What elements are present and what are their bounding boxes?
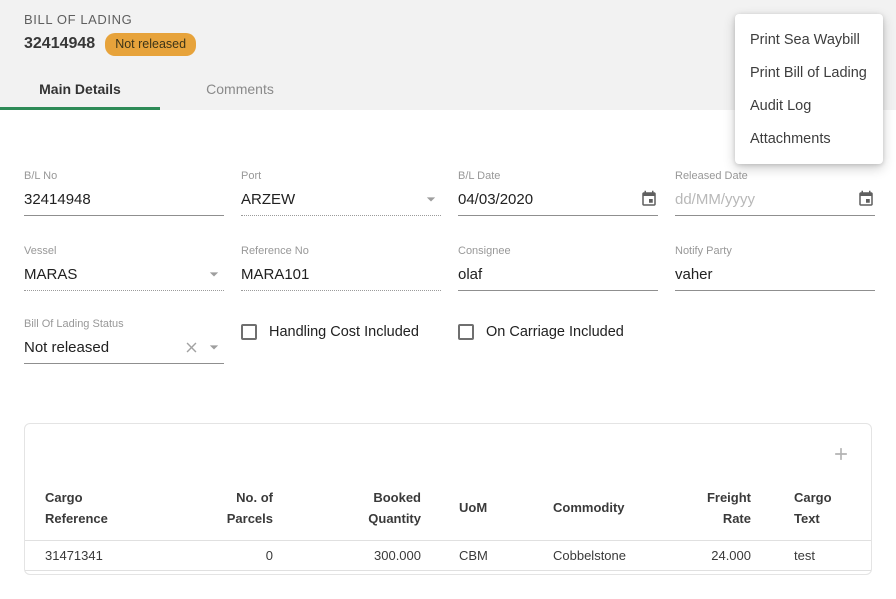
bill-of-lading-number: 32414948 — [24, 35, 95, 53]
menu-item-audit-log[interactable]: Audit Log — [735, 89, 883, 122]
vessel-label: Vessel — [24, 245, 224, 257]
cargo-table: Cargo Reference No. of Parcels Booked Qu… — [25, 478, 871, 571]
col-booked-quantity: Booked Quantity — [281, 478, 429, 540]
add-cargo-button[interactable] — [829, 442, 853, 466]
chevron-down-icon[interactable] — [204, 264, 224, 284]
col-cargo-text: Cargo Text — [791, 478, 871, 540]
port-label: Port — [241, 170, 441, 182]
menu-item-attachments[interactable]: Attachments — [735, 122, 883, 155]
cell-cargo-text: test — [791, 540, 871, 570]
handling-cost-label: Handling Cost Included — [269, 324, 419, 340]
vessel-select[interactable]: MARAS — [24, 263, 224, 291]
cargo-lines-card: Cargo Reference No. of Parcels Booked Qu… — [24, 423, 872, 575]
handling-cost-included-option: Handling Cost Included — [241, 324, 441, 340]
notify-party-field: Notify Party vaher — [675, 245, 875, 291]
calendar-icon[interactable] — [640, 190, 658, 208]
vessel-field: Vessel MARAS — [24, 245, 224, 291]
actions-dropdown-menu: Print Sea Waybill Print Bill of Lading A… — [735, 14, 883, 164]
col-no-of-parcels: No. of Parcels — [181, 478, 281, 540]
port-select[interactable]: ARZEW — [241, 188, 441, 216]
col-commodity: Commodity — [546, 478, 701, 540]
cell-cargo-reference: 31471341 — [25, 540, 181, 570]
cell-commodity: Cobbelstone — [546, 540, 701, 570]
bill-of-lading-page: BILL OF LADING 32414948 Not released Mai… — [0, 0, 896, 599]
cargo-table-header-row: Cargo Reference No. of Parcels Booked Qu… — [25, 478, 871, 540]
bl-status-label: Bill Of Lading Status — [24, 318, 224, 330]
cell-booked-quantity: 300.000 — [281, 540, 429, 570]
chevron-down-icon[interactable] — [204, 337, 224, 357]
tab-comments[interactable]: Comments — [160, 70, 320, 110]
cell-uom: CBM — [429, 540, 546, 570]
clear-icon[interactable] — [183, 339, 200, 356]
on-carriage-label: On Carriage Included — [486, 324, 624, 340]
calendar-icon[interactable] — [857, 190, 875, 208]
reference-no-label: Reference No — [241, 245, 441, 257]
menu-item-print-sea-waybill[interactable]: Print Sea Waybill — [735, 23, 883, 56]
bl-status-select[interactable]: Not released — [24, 336, 224, 364]
cell-freight-rate: 24.000 — [701, 540, 791, 570]
status-badge: Not released — [105, 33, 196, 56]
bl-no-input[interactable]: 32414948 — [24, 188, 224, 216]
col-uom: UoM — [429, 478, 546, 540]
menu-item-print-bill-of-lading[interactable]: Print Bill of Lading — [735, 56, 883, 89]
port-field: Port ARZEW — [241, 170, 441, 216]
consignee-field: Consignee olaf — [458, 245, 658, 291]
released-date-label: Released Date — [675, 170, 875, 182]
released-date-placeholder: dd/MM/yyyy — [675, 191, 857, 208]
bl-no-label: B/L No — [24, 170, 224, 182]
page-title: BILL OF LADING — [24, 12, 132, 27]
tab-main-details[interactable]: Main Details — [0, 70, 160, 110]
bl-date-label: B/L Date — [458, 170, 658, 182]
consignee-label: Consignee — [458, 245, 658, 257]
bl-date-field: B/L Date 04/03/2020 — [458, 170, 658, 216]
bl-date-input[interactable]: 04/03/2020 — [458, 188, 658, 216]
bl-no-field: B/L No 32414948 — [24, 170, 224, 216]
notify-party-label: Notify Party — [675, 245, 875, 257]
on-carriage-checkbox[interactable] — [458, 324, 474, 340]
tab-bar: Main Details Comments — [0, 70, 320, 110]
released-date-input[interactable]: dd/MM/yyyy — [675, 188, 875, 216]
bl-status-field: Bill Of Lading Status Not released — [24, 318, 224, 364]
handling-cost-checkbox[interactable] — [241, 324, 257, 340]
reference-no-field: Reference No MARA101 — [241, 245, 441, 291]
consignee-input[interactable]: olaf — [458, 263, 658, 291]
col-freight-rate: Freight Rate — [701, 478, 791, 540]
chevron-down-icon[interactable] — [421, 189, 441, 209]
cell-no-of-parcels: 0 — [181, 540, 281, 570]
col-cargo-reference: Cargo Reference — [25, 478, 181, 540]
on-carriage-included-option: On Carriage Included — [458, 324, 658, 340]
notify-party-input[interactable]: vaher — [675, 263, 875, 291]
reference-no-input[interactable]: MARA101 — [241, 263, 441, 291]
cargo-table-row[interactable]: 31471341 0 300.000 CBM Cobbelstone 24.00… — [25, 540, 871, 570]
released-date-field: Released Date dd/MM/yyyy — [675, 170, 875, 216]
